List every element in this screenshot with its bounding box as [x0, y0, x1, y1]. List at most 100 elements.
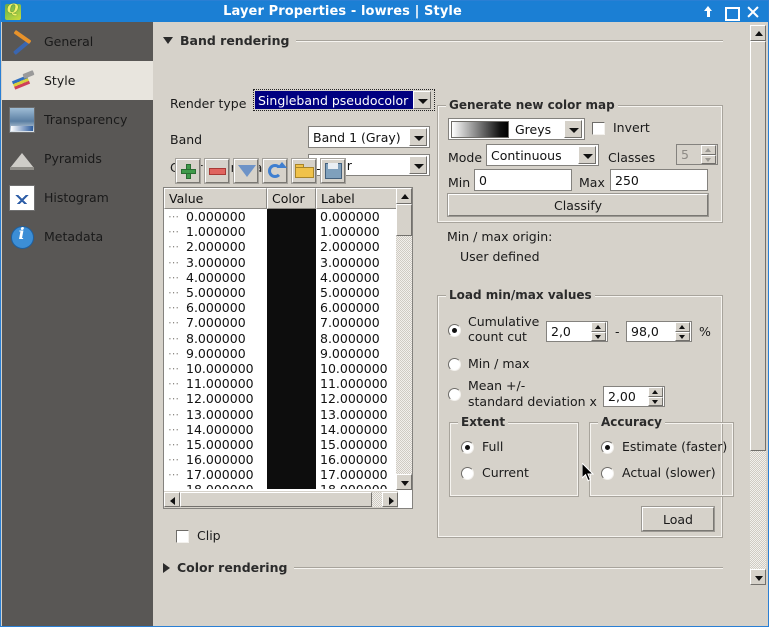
close-icon[interactable]: [746, 5, 759, 18]
scroll-track[interactable]: [180, 492, 382, 507]
scroll-right-button[interactable]: [382, 492, 398, 507]
max-input[interactable]: 250: [610, 169, 708, 191]
sidebar-item-metadata[interactable]: Metadata: [2, 217, 153, 256]
colormap-table[interactable]: Value Color Label ⋯ 0.000000 0.000000 ⋯ 1.00…: [163, 187, 413, 509]
spin-down-button[interactable]: [675, 331, 690, 341]
min-input[interactable]: 0: [474, 169, 572, 191]
spin-down-button[interactable]: [701, 154, 716, 164]
chevron-down-icon[interactable]: [409, 128, 427, 146]
scroll-thumb[interactable]: [396, 204, 412, 236]
cell-color-swatch[interactable]: [267, 300, 316, 316]
extent-current-radio[interactable]: [461, 467, 474, 480]
table-row[interactable]: ⋯ 6.000000 6.000000: [164, 300, 412, 316]
table-row[interactable]: ⋯ 5.000000 5.000000: [164, 284, 412, 301]
table-horizontal-scrollbar[interactable]: [164, 491, 398, 508]
cumulative-upper-spinbox[interactable]: 98,0: [626, 321, 692, 342]
cell-color-swatch[interactable]: [267, 376, 316, 392]
cumulative-count-cut-radio[interactable]: [448, 324, 461, 337]
spin-up-button[interactable]: [591, 322, 606, 332]
table-row[interactable]: ⋯ 17.000000 17.000000: [164, 467, 412, 483]
shade-icon[interactable]: [702, 5, 715, 18]
spin-up-button[interactable]: [648, 387, 663, 397]
spin-down-button[interactable]: [591, 331, 606, 341]
pane-vertical-scrollbar[interactable]: [750, 25, 766, 585]
accuracy-estimate-radio[interactable]: [601, 441, 614, 454]
sort-button[interactable]: [233, 158, 259, 184]
band-rendering-section-header[interactable]: Band rendering: [163, 33, 723, 48]
scroll-thumb[interactable]: [750, 41, 766, 451]
scroll-track[interactable]: [750, 41, 766, 569]
chevron-down-icon[interactable]: [413, 91, 431, 109]
scroll-left-button[interactable]: [164, 492, 180, 507]
table-row[interactable]: ⋯ 0.000000 0.000000: [164, 209, 412, 225]
sidebar-item-transparency[interactable]: Transparency: [2, 100, 153, 139]
sidebar-item-general[interactable]: General: [2, 22, 153, 61]
table-vertical-scrollbar[interactable]: [396, 188, 412, 490]
table-row[interactable]: ⋯ 15.000000 15.000000: [164, 436, 412, 452]
cell-color-swatch[interactable]: [267, 284, 316, 301]
cell-color-swatch[interactable]: [267, 345, 316, 361]
classes-spinbox[interactable]: 5: [676, 144, 718, 165]
invert-checkbox[interactable]: [592, 122, 605, 135]
table-row[interactable]: ⋯ 16.000000 16.000000: [164, 452, 412, 468]
extent-full-radio[interactable]: [461, 441, 474, 454]
cell-color-swatch[interactable]: [267, 421, 316, 437]
cell-color-swatch[interactable]: [267, 482, 316, 489]
scroll-up-button[interactable]: [396, 188, 412, 204]
column-header-value[interactable]: Value: [164, 188, 267, 209]
cell-color-swatch[interactable]: [267, 452, 316, 468]
table-row[interactable]: ⋯ 4.000000 4.000000: [164, 269, 412, 285]
cell-color-swatch[interactable]: [267, 467, 316, 483]
save-colormap-button[interactable]: [320, 158, 346, 184]
table-row[interactable]: ⋯ 10.000000 10.000000: [164, 360, 412, 377]
table-row[interactable]: ⋯ 2.000000 2.000000: [164, 239, 412, 255]
render-type-combo[interactable]: Singleband pseudocolor: [253, 89, 435, 111]
table-row[interactable]: ⋯ 9.000000 9.000000: [164, 345, 412, 361]
cell-color-swatch[interactable]: [267, 209, 316, 225]
chevron-down-icon[interactable]: [564, 120, 582, 138]
add-entry-button[interactable]: [175, 158, 201, 184]
scroll-track[interactable]: [396, 204, 412, 474]
accuracy-actual-radio[interactable]: [601, 467, 614, 480]
table-row[interactable]: ⋯ 11.000000 11.000000: [164, 376, 412, 392]
cell-color-swatch[interactable]: [267, 436, 316, 452]
band-combo[interactable]: Band 1 (Gray): [308, 126, 430, 148]
color-rendering-section-header[interactable]: Color rendering: [163, 560, 723, 575]
cell-color-swatch[interactable]: [267, 360, 316, 377]
spin-up-button[interactable]: [701, 145, 716, 155]
sidebar-item-histogram[interactable]: Histogram: [2, 178, 153, 217]
scroll-thumb[interactable]: [180, 492, 372, 507]
spin-up-button[interactable]: [675, 322, 690, 332]
sidebar-item-pyramids[interactable]: Pyramids: [2, 139, 153, 178]
classify-button[interactable]: Classify: [447, 193, 709, 217]
spin-down-button[interactable]: [648, 396, 663, 406]
cell-color-swatch[interactable]: [267, 406, 316, 422]
cell-color-swatch[interactable]: [267, 224, 316, 240]
cell-color-swatch[interactable]: [267, 391, 316, 407]
cell-color-swatch[interactable]: [267, 254, 316, 270]
color-ramp-combo[interactable]: Greys: [448, 118, 585, 140]
table-row[interactable]: ⋯ 13.000000 13.000000: [164, 406, 412, 422]
load-colormap-button[interactable]: [291, 158, 317, 184]
column-header-color[interactable]: Color: [267, 188, 316, 209]
sidebar-item-style[interactable]: Style: [2, 61, 153, 100]
table-row[interactable]: ⋯ 14.000000 14.000000: [164, 421, 412, 437]
clip-checkbox[interactable]: [176, 530, 189, 543]
cell-color-swatch[interactable]: [267, 315, 316, 331]
table-row[interactable]: ⋯ 3.000000 3.000000: [164, 254, 412, 270]
cell-color-swatch[interactable]: [267, 269, 316, 285]
cell-color-swatch[interactable]: [267, 330, 316, 346]
table-row[interactable]: ⋯18.00000018.000000: [164, 482, 412, 489]
std-deviation-spinbox[interactable]: 2,00: [603, 386, 665, 407]
cell-color-swatch[interactable]: [267, 239, 316, 255]
reload-button[interactable]: [262, 158, 288, 184]
scroll-down-button[interactable]: [750, 569, 766, 585]
mode-combo[interactable]: Continuous: [486, 144, 599, 166]
table-row[interactable]: ⋯ 7.000000 7.000000: [164, 315, 412, 331]
load-button[interactable]: Load: [641, 506, 715, 532]
cumulative-lower-spinbox[interactable]: 2,0: [546, 321, 608, 342]
remove-entry-button[interactable]: [204, 158, 230, 184]
table-row[interactable]: ⋯ 12.000000 12.000000: [164, 391, 412, 407]
scroll-down-button[interactable]: [396, 474, 412, 490]
chevron-down-icon[interactable]: [578, 146, 596, 164]
